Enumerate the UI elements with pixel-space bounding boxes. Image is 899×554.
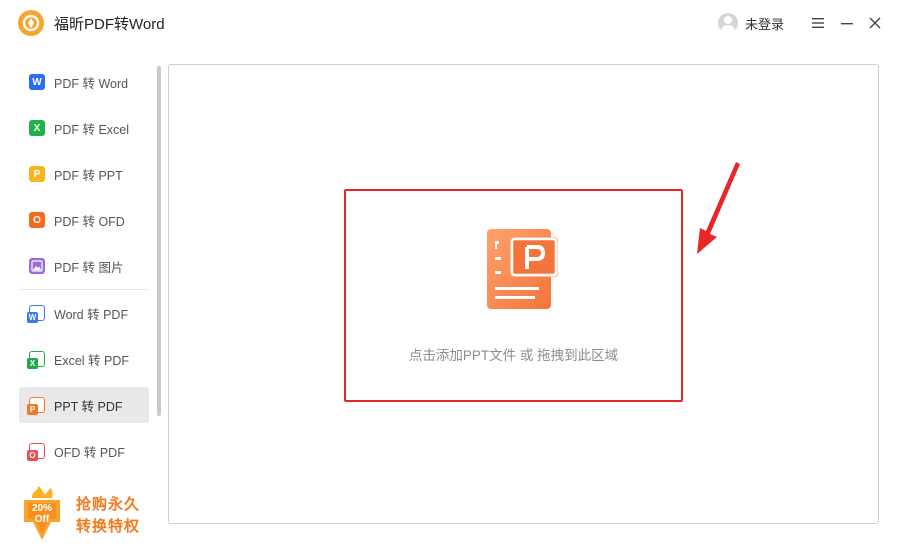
sidebar-item-excel-to-pdf[interactable]: X Excel 转 PDF (19, 341, 149, 377)
sidebar-divider (19, 289, 149, 290)
sidebar-item-label: PDF 转 Excel (54, 122, 130, 137)
sidebar-item-label: PDF 转 Word (54, 76, 129, 91)
sidebar-item-ppt-to-pdf[interactable]: P PPT 转 PDF (19, 387, 149, 423)
red-arrow-annotation (697, 162, 740, 254)
app-title: 福昕PDF转Word (54, 16, 165, 33)
ppt-file-icon (487, 229, 558, 309)
ppt-icon: P (29, 166, 45, 182)
sidebar-item-label: PDF 转 图片 (54, 260, 124, 275)
sidebar-item-label: Excel 转 PDF (54, 353, 130, 368)
ofd-icon: O (29, 212, 45, 228)
sidebar-item-label: PDF 转 OFD (54, 214, 125, 229)
file-drop-zone[interactable]: 点击添加PPT文件 或 拖拽到此区域 (344, 189, 683, 402)
word-doc-icon: W (27, 305, 45, 323)
sidebar-item-pdf-to-image[interactable]: PDF 转 图片 (19, 248, 149, 284)
sidebar-item-pdf-to-ofd[interactable]: O PDF 转 OFD (19, 202, 149, 238)
app-logo-icon (18, 10, 44, 36)
image-icon (29, 258, 45, 274)
sidebar-item-pdf-to-excel[interactable]: X PDF 转 Excel (19, 110, 149, 146)
avatar (718, 13, 738, 33)
sidebar-item-label: Word 转 PDF (54, 307, 129, 322)
sidebar-item-word-to-pdf[interactable]: W Word 转 PDF (19, 295, 149, 331)
sidebar: W PDF 转 Word X PDF 转 Excel P PDF 转 PPT O… (0, 58, 165, 554)
svg-text:20%: 20% (32, 503, 52, 514)
ofd-doc-icon: O (27, 443, 45, 461)
drop-hint-text: 点击添加PPT文件 或 拖拽到此区域 (408, 348, 619, 363)
discount-badge-icon: 20% Off (24, 486, 60, 540)
promo-line2: 转换特权 (76, 518, 141, 535)
word-icon: W (29, 74, 45, 90)
ppt-doc-icon: P (27, 397, 45, 415)
excel-icon: X (29, 120, 45, 136)
sidebar-scrollbar[interactable] (157, 66, 161, 416)
login-button[interactable]: 未登录 (718, 12, 784, 34)
sidebar-item-ofd-to-pdf[interactable]: O OFD 转 PDF (19, 433, 149, 469)
sidebar-item-pdf-to-ppt[interactable]: P PDF 转 PPT (19, 156, 149, 192)
close-icon[interactable] (865, 13, 885, 33)
excel-doc-icon: X (27, 351, 45, 369)
svg-text:Off: Off (35, 514, 50, 525)
login-status-label: 未登录 (745, 16, 785, 32)
sidebar-item-label: OFD 转 PDF (54, 445, 125, 460)
minimize-icon[interactable] (837, 13, 857, 33)
title-bar: 福昕PDF转Word 未登录 (0, 0, 899, 46)
sidebar-item-label: PDF 转 PPT (54, 168, 123, 183)
hamburger-menu-icon[interactable] (808, 13, 828, 33)
promo-text: 抢购永久 转换特权 (76, 494, 140, 538)
promo-line1: 抢购永久 (76, 496, 141, 513)
sidebar-item-pdf-to-word[interactable]: W PDF 转 Word (19, 64, 149, 100)
sidebar-item-label: PPT 转 PDF (54, 399, 123, 414)
promo-banner[interactable]: 20% Off 抢购永久 转换特权 (18, 486, 158, 542)
